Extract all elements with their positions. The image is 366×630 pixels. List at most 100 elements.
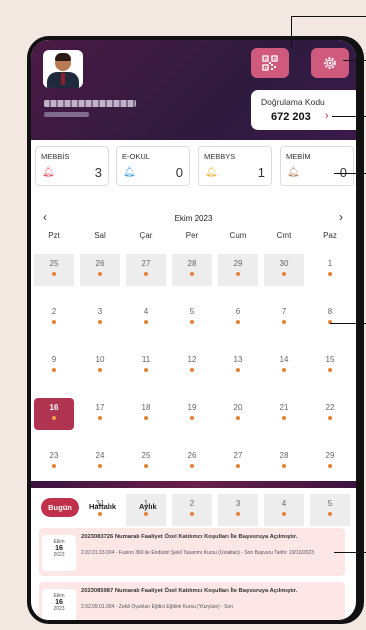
event-title: 2023083726 Numaralı Faaliyet Özel Katılı…: [81, 534, 298, 540]
calendar-day[interactable]: 29: [310, 446, 350, 478]
annotation-line: [330, 323, 366, 324]
day-number: 11: [141, 355, 151, 364]
calendar-day[interactable]: 3: [80, 302, 120, 334]
qr-code-button[interactable]: [251, 48, 289, 78]
day-number: 17: [95, 403, 105, 412]
calendar-day[interactable]: 24: [80, 446, 120, 478]
qr-icon: [262, 55, 278, 71]
card-mebbis[interactable]: MEBBİS 🔔︎ 3: [35, 146, 109, 186]
weekday-label: Cmt: [276, 231, 292, 240]
avatar[interactable]: [43, 50, 83, 88]
event-dot-icon: [282, 272, 286, 276]
calendar-day[interactable]: 27: [218, 446, 258, 478]
card-title: MEBİM: [286, 152, 311, 161]
weekday-label: Per: [185, 231, 199, 240]
event-dot-icon: [236, 320, 240, 324]
event-dot-icon: [236, 464, 240, 468]
profile-header: Doğrulama Kodu 672 203 ›: [31, 40, 356, 140]
event-dot-icon: [144, 368, 148, 372]
calendar-day[interactable]: 18: [126, 398, 166, 430]
tab-monthly[interactable]: Aylık: [139, 502, 157, 511]
calendar-day[interactable]: 4: [126, 302, 166, 334]
weekday-label: Çar: [139, 231, 153, 240]
user-name-redacted: [44, 100, 136, 107]
event-dot-icon: [190, 272, 194, 276]
day-number: 18: [141, 403, 151, 412]
calendar-day[interactable]: 26: [172, 446, 212, 478]
event-day: 16: [55, 599, 63, 606]
calendar-day[interactable]: 28: [172, 254, 212, 286]
event-description: 2.02.01.03.004 - Fusion 360 ile Endüstri…: [81, 550, 314, 556]
calendar-day[interactable]: 8: [310, 302, 350, 334]
event-dot-icon: [236, 416, 240, 420]
calendar-day[interactable]: 28: [264, 446, 304, 478]
card-mebbys[interactable]: MEBBYS 🔔︎ 1: [198, 146, 272, 186]
calendar-day[interactable]: 29: [218, 254, 258, 286]
calendar-day[interactable]: 12: [172, 350, 212, 382]
calendar-day[interactable]: 17: [80, 398, 120, 430]
tab-weekly[interactable]: Haftalık: [89, 502, 116, 511]
calendar-day[interactable]: 10: [80, 350, 120, 382]
user-role-redacted: [44, 112, 89, 117]
event-item[interactable]: Ekim 16 2023 2023085987 Numaralı Faaliye…: [39, 582, 345, 620]
day-number: 28: [187, 259, 197, 268]
event-dot-icon: [282, 464, 286, 468]
calendar-day[interactable]: 1: [310, 254, 350, 286]
section-divider: [31, 481, 356, 488]
calendar-day[interactable]: 26: [80, 254, 120, 286]
card-e-okul[interactable]: E-OKUL 🔔︎ 0: [116, 146, 190, 186]
event-date: Ekim 16 2023: [42, 535, 76, 571]
event-dot-icon: [144, 320, 148, 324]
calendar-day[interactable]: 6: [218, 302, 258, 334]
calendar-day[interactable]: 11: [126, 350, 166, 382]
calendar-day[interactable]: 9: [34, 350, 74, 382]
calendar-day[interactable]: 2: [34, 302, 74, 334]
card-title: E-OKUL: [122, 152, 150, 161]
event-dot-icon: [282, 416, 286, 420]
app-screen: Doğrulama Kodu 672 203 › MEBBİS 🔔︎ 3 E-O…: [31, 40, 356, 620]
event-item[interactable]: Ekim 16 2023 2023083726 Numaralı Faaliye…: [39, 528, 345, 576]
calendar-day[interactable]: 21: [264, 398, 304, 430]
day-number: 4: [143, 307, 149, 316]
verification-code-card[interactable]: Doğrulama Kodu 672 203 ›: [251, 90, 356, 130]
calendar-day[interactable]: 22: [310, 398, 350, 430]
day-number: 25: [49, 259, 59, 268]
event-dot-icon: [98, 464, 102, 468]
calendar-day[interactable]: 19: [172, 398, 212, 430]
day-number: 22: [325, 403, 335, 412]
calendar-day[interactable]: 27: [126, 254, 166, 286]
annotation-line: [334, 552, 366, 553]
notification-count: 3: [94, 165, 102, 180]
day-number: 20: [233, 403, 243, 412]
calendar-day[interactable]: 23: [34, 446, 74, 478]
calendar-day[interactable]: 5: [172, 302, 212, 334]
day-number: 2: [51, 307, 57, 316]
event-dot-icon: [144, 272, 148, 276]
calendar-day[interactable]: 30: [264, 254, 304, 286]
calendar-day[interactable]: 13: [218, 350, 258, 382]
calendar-day[interactable]: 25: [126, 446, 166, 478]
day-number: 10: [95, 355, 105, 364]
calendar-day[interactable]: 7: [264, 302, 304, 334]
settings-button[interactable]: [311, 48, 349, 78]
refresh-arrow-icon[interactable]: ›: [325, 110, 329, 122]
event-dot-icon: [52, 272, 56, 276]
calendar-day[interactable]: 25: [34, 254, 74, 286]
calendar-day[interactable]: 15: [310, 350, 350, 382]
event-year: 2023: [53, 552, 65, 558]
tab-today[interactable]: Bugün: [41, 498, 79, 517]
day-number: 25: [141, 451, 151, 460]
weekday-label: Pzt: [48, 231, 60, 240]
calendar-day[interactable]: 14: [264, 350, 304, 382]
day-number: 24: [95, 451, 105, 460]
day-number: 3: [97, 307, 103, 316]
event-dot-icon: [52, 416, 56, 420]
calendar-day-today[interactable]: 16: [34, 398, 74, 430]
event-description: 2.02.09.01.004 - Zekâ Oyunları Eğitici E…: [81, 604, 234, 610]
day-number: 14: [279, 355, 289, 364]
calendar-day[interactable]: 20: [218, 398, 258, 430]
event-day: 16: [55, 545, 63, 552]
card-mebim[interactable]: MEBİM 🔔︎ 0: [280, 146, 354, 186]
event-dot-icon: [52, 368, 56, 372]
bell-icon: 🔔︎: [123, 167, 136, 178]
